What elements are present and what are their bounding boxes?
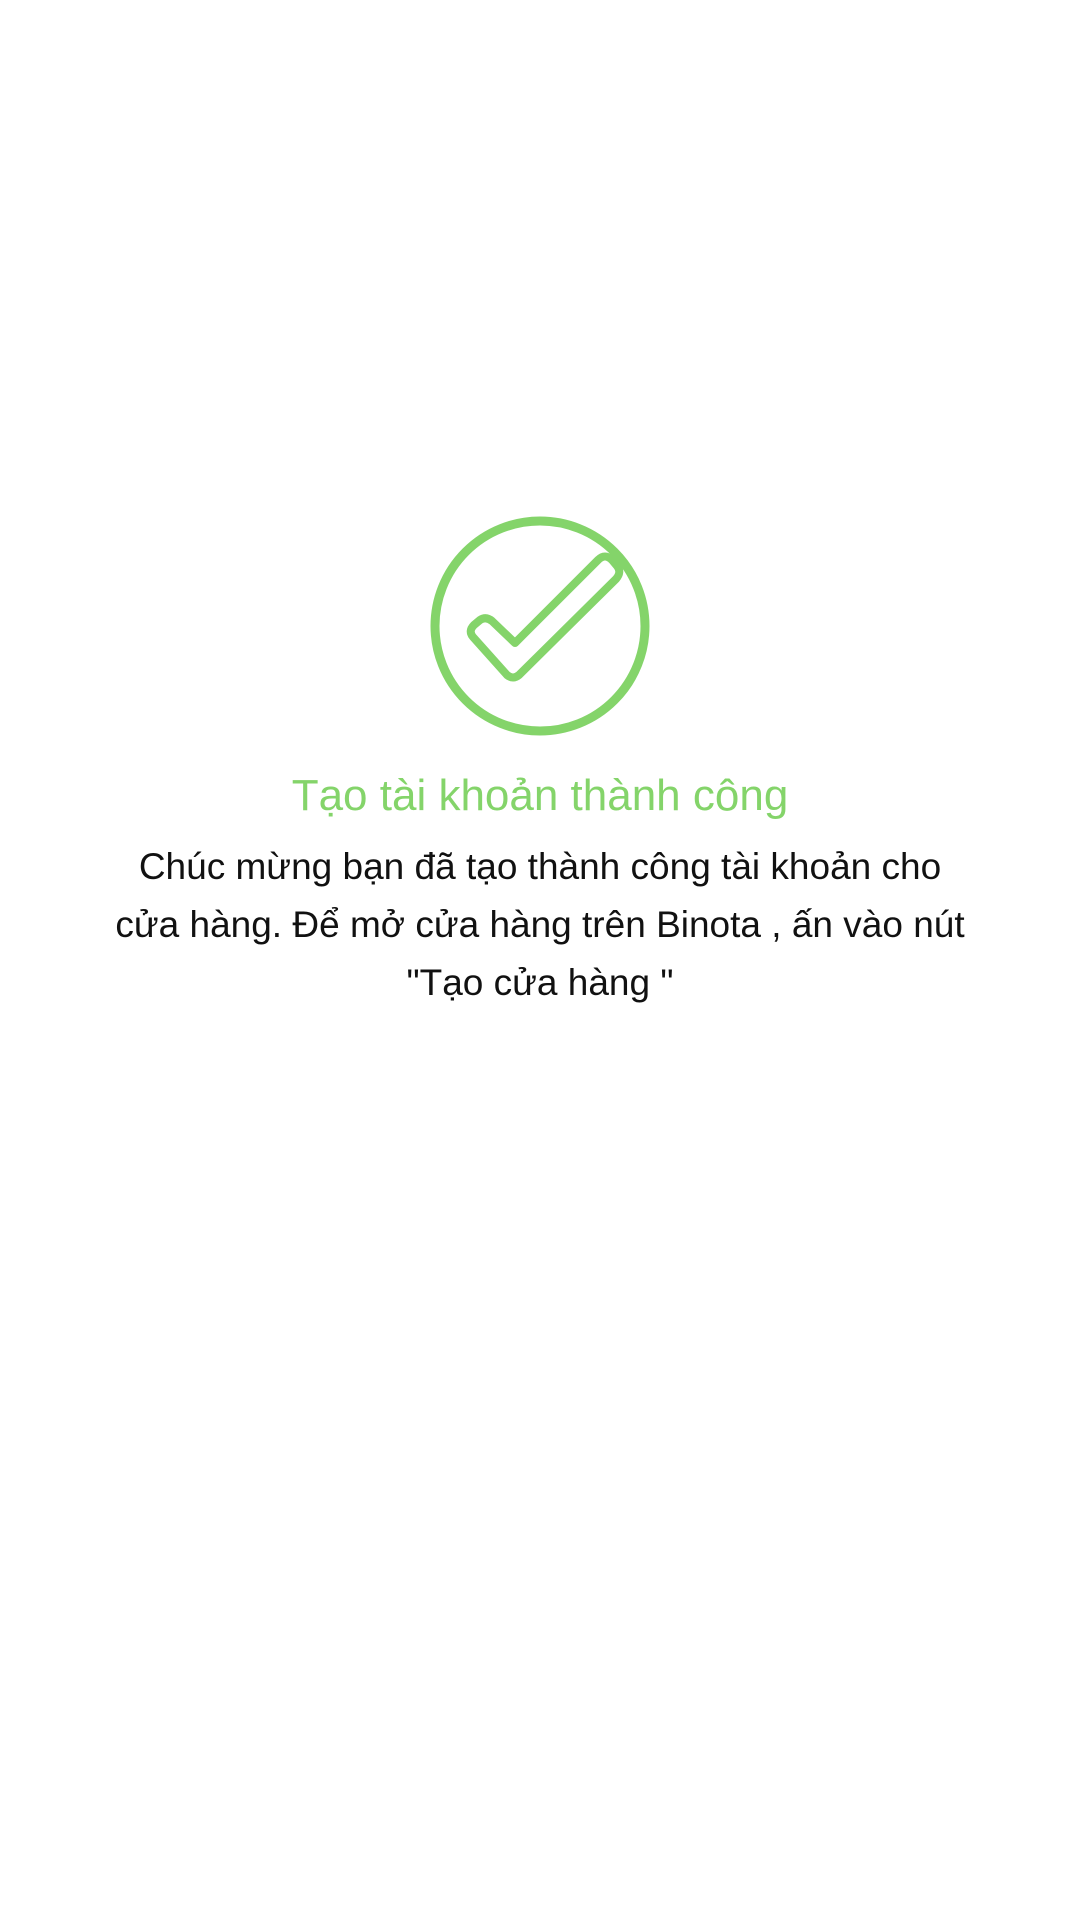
- check-circle-icon: [430, 515, 650, 737]
- success-screen: Tạo tài khoản thành công Chúc mừng bạn đ…: [0, 0, 1080, 1920]
- success-title: Tạo tài khoản thành công: [291, 771, 789, 820]
- success-message: Chúc mừng bạn đã tạo thành công tài khoả…: [115, 846, 965, 1003]
